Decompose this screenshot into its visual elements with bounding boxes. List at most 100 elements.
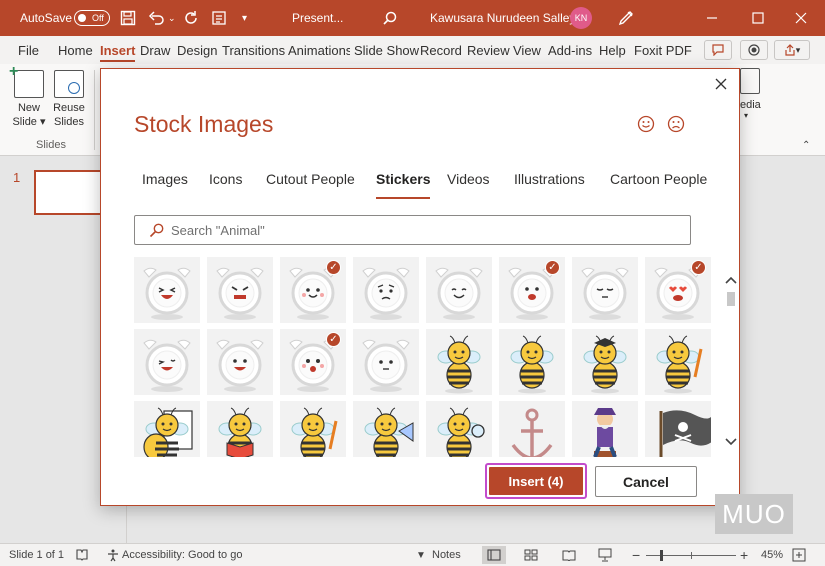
tab-stickers[interactable]: Stickers xyxy=(376,171,431,199)
sticker-bee-with-magnifier[interactable] xyxy=(426,401,492,457)
tab-insert[interactable]: Insert xyxy=(100,36,136,64)
scroll-down-icon[interactable] xyxy=(725,433,737,451)
tab-review[interactable]: Review xyxy=(467,36,510,64)
tab-cutout-people[interactable]: Cutout People xyxy=(266,171,355,187)
bee-with-pencil-image xyxy=(656,335,703,394)
notes-icon[interactable]: ▼ xyxy=(416,544,426,566)
tab-file[interactable]: File xyxy=(18,36,39,64)
feedback-smile-icon[interactable] xyxy=(637,115,655,138)
accessibility-status[interactable]: Accessibility: Good to go xyxy=(122,544,242,566)
media-button[interactable]: edia ▾ xyxy=(740,68,764,134)
tab-transitions[interactable]: Transitions xyxy=(222,36,285,64)
autosave-toggle[interactable]: Off xyxy=(74,10,110,26)
tab-view[interactable]: View xyxy=(513,36,541,64)
sticker-alarm-clock-laughing[interactable] xyxy=(134,257,200,323)
tab-design[interactable]: Design xyxy=(177,36,217,64)
collapse-ribbon-icon[interactable]: ⌃ xyxy=(802,140,810,151)
sticker-alarm-clock-smiling[interactable] xyxy=(426,257,492,323)
sticker-bee-holding-pencil[interactable] xyxy=(280,401,346,457)
tab-help[interactable]: Help xyxy=(599,36,626,64)
fit-slide-icon[interactable] xyxy=(792,544,806,566)
slide-sorter-icon[interactable] xyxy=(524,544,538,566)
sticker-bee-with-pencil[interactable] xyxy=(645,329,711,395)
slide-thumbnail[interactable] xyxy=(34,170,104,215)
tab-draw[interactable]: Draw xyxy=(140,36,170,64)
accessibility-icon[interactable] xyxy=(106,544,120,566)
zoom-in-icon[interactable]: + xyxy=(740,544,748,566)
restore-icon[interactable] xyxy=(752,0,764,36)
insert-button[interactable]: Insert (4) xyxy=(485,463,587,499)
share-icon[interactable]: ▾ xyxy=(774,40,810,60)
feedback-frown-icon[interactable] xyxy=(667,115,685,138)
tab-images[interactable]: Images xyxy=(142,171,188,187)
tab-illustrations[interactable]: Illustrations xyxy=(514,171,585,187)
bee-graduate-image xyxy=(583,335,627,394)
presentation-icon[interactable] xyxy=(211,0,227,36)
sticker-bee-reading-book[interactable] xyxy=(207,401,273,457)
sticker-alarm-clock-neutral[interactable] xyxy=(353,329,419,395)
record-icon[interactable] xyxy=(740,40,768,60)
new-slide-label-1: New xyxy=(17,102,40,114)
tab-add-ins[interactable]: Add-ins xyxy=(548,36,592,64)
sticker-anchor[interactable] xyxy=(499,401,565,457)
watermark-logo: MUO xyxy=(715,494,793,534)
zoom-slider-thumb[interactable] xyxy=(660,549,663,561)
search-input[interactable]: Search "Animal" xyxy=(134,215,691,245)
sticker-alarm-clock-angry[interactable] xyxy=(207,257,273,323)
sticker-bee-with-megaphone[interactable] xyxy=(353,401,419,457)
tab-record[interactable]: Record xyxy=(420,36,462,64)
close-dialog-icon[interactable] xyxy=(711,74,731,94)
reading-view-icon[interactable] xyxy=(562,544,576,566)
sticker-bee-graduate[interactable] xyxy=(572,329,638,395)
cancel-button[interactable]: Cancel xyxy=(595,466,697,497)
normal-view-icon[interactable] xyxy=(482,546,506,564)
redo-icon[interactable] xyxy=(183,0,199,36)
spelling-icon[interactable] xyxy=(75,544,89,566)
zoom-level[interactable]: 45% xyxy=(761,544,783,566)
comments-icon[interactable] xyxy=(704,40,732,60)
zoom-slider[interactable] xyxy=(646,544,736,566)
sticker-bee-smiling[interactable] xyxy=(499,329,565,395)
search-placeholder: Search "Animal" xyxy=(171,222,265,238)
tab-animations[interactable]: Animations xyxy=(288,36,350,64)
customize-toolbar-icon[interactable]: ▾ xyxy=(242,0,247,36)
tab-cartoon-people[interactable]: Cartoon People xyxy=(610,171,707,187)
sticker-alarm-clock-happy[interactable]: ✓ xyxy=(280,257,346,323)
save-icon[interactable] xyxy=(120,0,136,36)
minimize-icon[interactable] xyxy=(706,0,718,36)
alarm-clock-grinning-image xyxy=(216,339,264,392)
pen-icon[interactable] xyxy=(617,0,635,36)
avatar[interactable]: KN xyxy=(570,7,592,29)
undo-icon[interactable] xyxy=(148,0,166,36)
reuse-slides-button[interactable]: Reuse Slides xyxy=(47,70,91,129)
zoom-out-icon[interactable]: − xyxy=(632,544,640,566)
sticker-alarm-clock-winking[interactable] xyxy=(134,329,200,395)
tab-slide-show[interactable]: Slide Show xyxy=(354,36,419,64)
scroll-up-icon[interactable] xyxy=(725,271,737,289)
notes-button[interactable]: Notes xyxy=(432,544,461,566)
alarm-clock-worried-image xyxy=(362,267,410,320)
search-icon[interactable] xyxy=(382,0,398,36)
user-name: Kawusara Nurudeen Salley xyxy=(430,11,576,25)
tab-home[interactable]: Home xyxy=(58,36,93,64)
sticker-bee-with-board[interactable] xyxy=(134,401,200,457)
new-slide-button[interactable]: + New Slide ▾ xyxy=(7,64,51,129)
alarm-clock-smiling-image xyxy=(435,267,483,320)
sticker-bee-waving[interactable] xyxy=(426,329,492,395)
scroll-thumb[interactable] xyxy=(727,292,735,306)
sticker-alarm-clock-surprised[interactable]: ✓ xyxy=(280,329,346,395)
sticker-alarm-clock-worried[interactable] xyxy=(353,257,419,323)
vertical-scrollbar[interactable] xyxy=(723,257,739,457)
undo-dropdown-icon[interactable]: ⌄ xyxy=(168,0,176,36)
sticker-pirate-captain[interactable] xyxy=(572,401,638,457)
sticker-alarm-clock-sleepy[interactable] xyxy=(572,257,638,323)
tab-icons[interactable]: Icons xyxy=(209,171,242,187)
close-window-icon[interactable] xyxy=(795,0,807,36)
slideshow-view-icon[interactable] xyxy=(598,544,612,566)
sticker-alarm-clock-shocked[interactable]: ✓ xyxy=(499,257,565,323)
sticker-alarm-clock-grinning[interactable] xyxy=(207,329,273,395)
tab-foxit-pdf[interactable]: Foxit PDF xyxy=(634,36,692,64)
sticker-pirate-flag[interactable] xyxy=(645,401,713,457)
tab-videos[interactable]: Videos xyxy=(447,171,490,187)
sticker-alarm-clock-in-love[interactable]: ✓ xyxy=(645,257,711,323)
